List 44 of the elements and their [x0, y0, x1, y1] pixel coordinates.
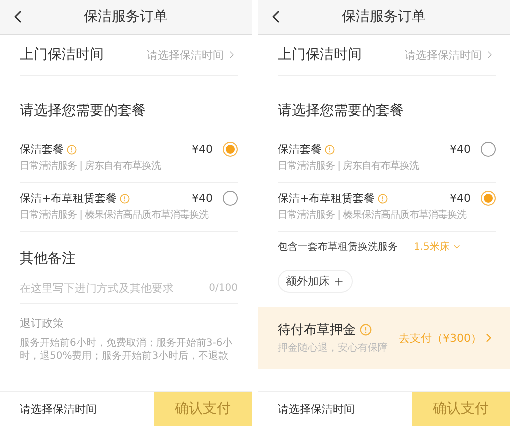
package-description: 日常清洁服务 | 房东自有布草换洗: [278, 160, 420, 173]
bed-size-dropdown[interactable]: 1.5米床: [414, 240, 462, 254]
deposit-title: 待付布草押金: [278, 321, 388, 339]
policy-text: 服务开始前6小时，免费取消；服务开始前3-6小时，退50%费用；服务开始前3小时后，不退款: [20, 337, 234, 363]
package-price: ¥40: [450, 143, 471, 156]
policy-title: 退订政策: [20, 316, 65, 331]
info-icon[interactable]: [360, 324, 372, 336]
section-title: 请选择您需要的套餐: [278, 102, 405, 120]
deposit-subtitle: 押金随心退，安心有保障: [278, 342, 388, 355]
time-picker[interactable]: 请选择保洁时间: [405, 48, 496, 62]
character-counter: 0/100: [209, 283, 238, 294]
footer-hint: 请选择保洁时间: [278, 402, 355, 416]
info-icon[interactable]: [378, 194, 388, 204]
package-name: 保洁+布草租赁套餐: [20, 191, 192, 206]
confirm-pay-button[interactable]: 确认支付: [154, 392, 252, 426]
package-name: 保洁套餐: [20, 142, 192, 157]
time-label: 上门保洁时间: [20, 46, 104, 64]
package-name: 保洁+布草租赁套餐: [278, 191, 450, 206]
package-radio[interactable]: [481, 142, 496, 157]
plus-icon: [333, 276, 345, 288]
confirm-pay-button[interactable]: 确认支付: [412, 392, 510, 426]
time-picker[interactable]: 请选择保洁时间: [147, 48, 238, 62]
page-title: 保洁服务订单: [84, 8, 168, 26]
package-radio[interactable]: [223, 142, 238, 157]
package-radio[interactable]: [481, 191, 496, 206]
footer-hint: 请选择保洁时间: [20, 402, 97, 416]
package-radio[interactable]: [223, 191, 238, 206]
package-price: ¥40: [192, 143, 213, 156]
package-price: ¥40: [192, 192, 213, 205]
package-description: 日常清洁服务 | 榛果保洁高品质布草消毒换洗: [20, 208, 210, 222]
package-description: 日常清洁服务 | 房东自有布草换洗: [20, 160, 162, 173]
time-label: 上门保洁时间: [278, 46, 362, 64]
pay-deposit-link[interactable]: 去支付（¥300）: [399, 330, 496, 346]
info-icon[interactable]: [325, 144, 335, 154]
package-price: ¥40: [450, 192, 471, 205]
package-description: 日常清洁服务 | 榛果保洁高品质布草消毒换洗: [278, 208, 468, 222]
bed-option-label: 包含一套布草租赁换洗服务: [278, 240, 398, 254]
info-icon[interactable]: [120, 194, 130, 204]
section-title: 请选择您需要的套餐: [20, 102, 147, 120]
info-icon[interactable]: [67, 144, 77, 154]
add-bed-button[interactable]: 额外加床: [278, 270, 353, 293]
package-name: 保洁套餐: [278, 142, 450, 157]
section-title: 其他备注: [20, 250, 77, 268]
page-title: 保洁服务订单: [342, 8, 426, 26]
